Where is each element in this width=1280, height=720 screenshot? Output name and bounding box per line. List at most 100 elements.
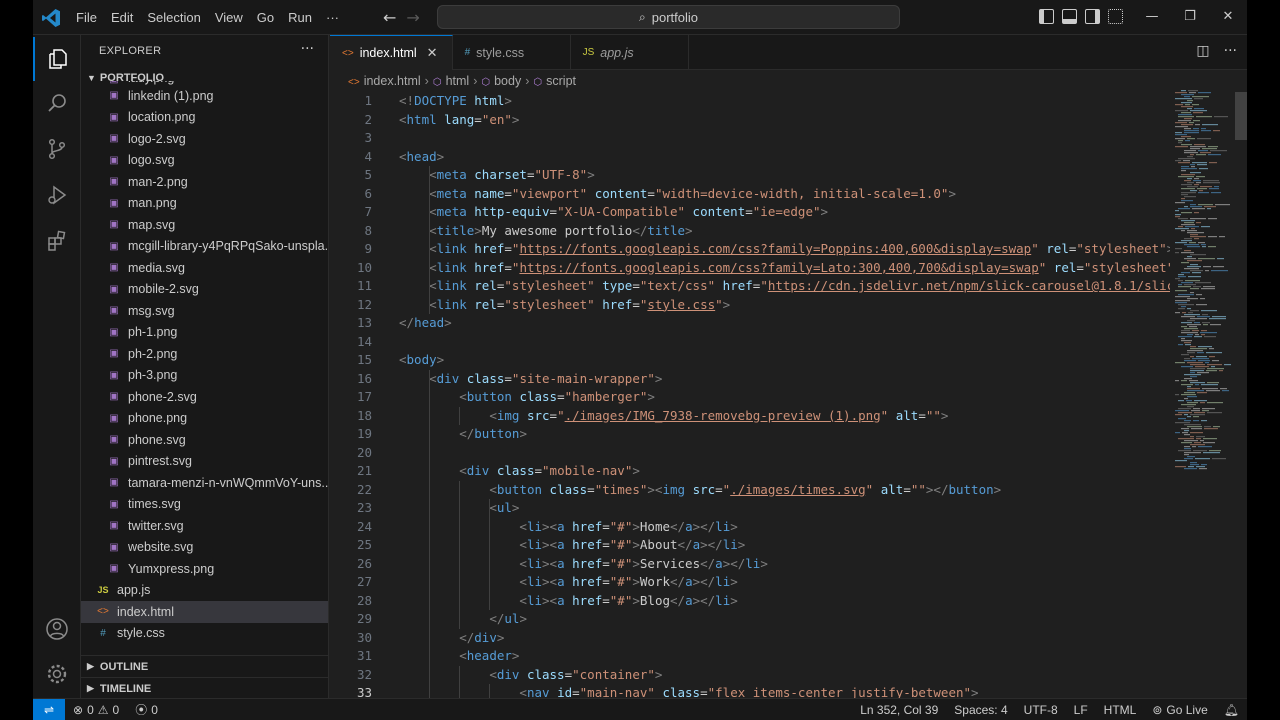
line-number: 28 xyxy=(356,592,372,608)
split-editor-icon[interactable]: ◫ xyxy=(1196,43,1209,59)
minimap-line xyxy=(1192,446,1196,448)
file-item[interactable]: ▣ website.svg xyxy=(81,537,328,559)
code-editor[interactable]: 1 <!DOCTYPE html> 2 <html lang="en"> 3 4 <head… xyxy=(330,90,1170,698)
accounts-icon[interactable] xyxy=(33,607,81,651)
toggle-primary-sidebar-icon[interactable] xyxy=(1039,9,1054,24)
token: content xyxy=(594,185,648,201)
toggle-secondary-sidebar-icon[interactable] xyxy=(1085,9,1100,24)
file-item[interactable]: ▣ twitter.svg xyxy=(81,515,328,537)
close-window-icon[interactable]: ✕ xyxy=(1209,0,1247,35)
token: name xyxy=(474,185,505,201)
run-debug-icon[interactable] xyxy=(33,173,81,217)
scrollbar-thumb[interactable] xyxy=(1235,92,1247,140)
close-tab-icon[interactable]: ✕ xyxy=(427,45,438,61)
language-mode[interactable]: HTML xyxy=(1096,703,1145,717)
menu-file[interactable]: File xyxy=(69,10,104,25)
token: http-equiv xyxy=(474,204,550,219)
file-item[interactable]: ▣ logo-2.svg xyxy=(81,128,328,150)
file-item[interactable]: ▣ man-2.png xyxy=(81,171,328,193)
js-file-icon: JS xyxy=(582,47,595,58)
token: a xyxy=(557,537,565,552)
settings-gear-icon[interactable] xyxy=(33,652,81,696)
outline-section[interactable]: ▶ OUTLINE xyxy=(81,655,328,677)
menu-view[interactable]: View xyxy=(208,10,250,25)
file-item[interactable]: ▣ ph-1.png xyxy=(81,322,328,344)
minimize-icon[interactable]: — xyxy=(1133,0,1171,35)
source-control-icon[interactable] xyxy=(33,127,81,171)
file-item[interactable]: ▣ logo.svg xyxy=(81,150,328,172)
tab-app-js[interactable]: JS app.js xyxy=(571,35,689,70)
problems-indicator[interactable]: ⊗ 0 ⚠ 0 xyxy=(65,703,127,717)
minimap-line xyxy=(1219,236,1225,238)
file-item[interactable]: ▣ phone-2.svg xyxy=(81,386,328,408)
file-item[interactable]: # style.css xyxy=(81,623,328,645)
file-item[interactable]: ▣ mobile-2.svg xyxy=(81,279,328,301)
breadcrumb-item[interactable]: ⬡ body xyxy=(481,74,521,88)
vertical-scrollbar[interactable] xyxy=(1235,90,1247,698)
file-item[interactable]: ▣ phone.png xyxy=(81,408,328,430)
toggle-panel-icon[interactable] xyxy=(1062,9,1077,24)
file-item[interactable]: ▣ map.svg xyxy=(81,214,328,236)
more-actions-icon[interactable]: ··· xyxy=(1224,43,1237,59)
code-line: 13 </head> xyxy=(330,314,1170,333)
menu-edit[interactable]: Edit xyxy=(104,10,140,25)
file-item[interactable]: ▣ linkedin (1).png xyxy=(81,85,328,107)
minimap-line xyxy=(1187,426,1202,428)
encoding[interactable]: UTF-8 xyxy=(1016,703,1066,717)
forward-arrow-icon[interactable]: → xyxy=(406,8,419,27)
file-item[interactable]: ▣ pintrest.svg xyxy=(81,451,328,473)
ports-indicator[interactable]: ⦿ 0 xyxy=(127,701,166,718)
file-item[interactable]: ▣ location.png xyxy=(81,107,328,129)
restore-icon[interactable]: ❐ xyxy=(1171,0,1209,35)
file-item[interactable]: ▣ Yumxpress.png xyxy=(81,558,328,580)
breadcrumb-item[interactable]: ⬡ html xyxy=(433,74,469,88)
menu-go[interactable]: Go xyxy=(250,10,281,25)
notifications-bell-icon[interactable]: 🔔︎ xyxy=(1216,703,1247,717)
menu-more[interactable]: ··· xyxy=(319,10,346,25)
line-ending[interactable]: LF xyxy=(1066,703,1096,717)
minimap[interactable] xyxy=(1173,90,1237,490)
more-actions-icon[interactable]: ··· xyxy=(301,41,314,57)
menu-run[interactable]: Run xyxy=(281,10,319,25)
tab-index-html[interactable]: <> index.html ✕ xyxy=(330,35,453,70)
minimap-line xyxy=(1175,104,1183,106)
menu-selection[interactable]: Selection xyxy=(140,10,207,25)
breadcrumb-item[interactable]: <> index.html xyxy=(348,74,421,88)
file-item[interactable]: ▣ ph-3.png xyxy=(81,365,328,387)
cursor-position[interactable]: Ln 352, Col 39 xyxy=(852,703,946,717)
token: > xyxy=(504,93,512,108)
minimap-line xyxy=(1187,334,1193,336)
file-item[interactable]: <> index.html xyxy=(81,601,328,623)
file-item[interactable]: ▣ tamara-menzi-n-vnWQmmVoY-uns... xyxy=(81,472,328,494)
minimap-line xyxy=(1184,454,1189,456)
tab-style-css[interactable]: # style.css xyxy=(453,35,571,70)
remote-indicator-icon[interactable]: ⇌ xyxy=(33,699,65,720)
file-item[interactable]: ▣ phone.svg xyxy=(81,429,328,451)
extensions-icon[interactable] xyxy=(33,219,81,263)
search-icon[interactable] xyxy=(33,81,81,125)
explorer-icon[interactable] xyxy=(33,37,81,81)
file-item[interactable]: ▣ times.svg xyxy=(81,494,328,516)
file-item[interactable]: ▣ ph-2.png xyxy=(81,343,328,365)
indentation[interactable]: Spaces: 4 xyxy=(946,703,1015,717)
back-arrow-icon[interactable]: ← xyxy=(383,8,396,27)
file-item[interactable]: ▣ mcgill-library-y4PqRPqSako-unspla... xyxy=(81,236,328,258)
token: About xyxy=(639,537,678,552)
customize-layout-icon[interactable] xyxy=(1108,9,1123,24)
breadcrumb-item[interactable]: ⬡ script xyxy=(533,74,576,88)
token: = xyxy=(602,592,610,608)
command-center-search[interactable]: ⌕ portfolio xyxy=(437,5,900,29)
minimap-line xyxy=(1184,414,1188,416)
minimap-line xyxy=(1181,192,1196,194)
minimap-line xyxy=(1178,438,1194,440)
minimap-line xyxy=(1187,320,1195,322)
file-item[interactable]: ▣ msg.svg xyxy=(81,300,328,322)
token: "width=device-width, initial-scale=1.0" xyxy=(654,185,949,201)
file-item[interactable]: ▣ media.svg xyxy=(81,257,328,279)
file-item[interactable]: ▣ man.png xyxy=(81,193,328,215)
file-item[interactable]: JS app.js xyxy=(81,580,328,602)
timeline-section[interactable]: ▶ TIMELINE xyxy=(81,677,328,698)
token: > xyxy=(632,463,640,478)
go-live-button[interactable]: ⊚ Go Live xyxy=(1144,703,1215,717)
